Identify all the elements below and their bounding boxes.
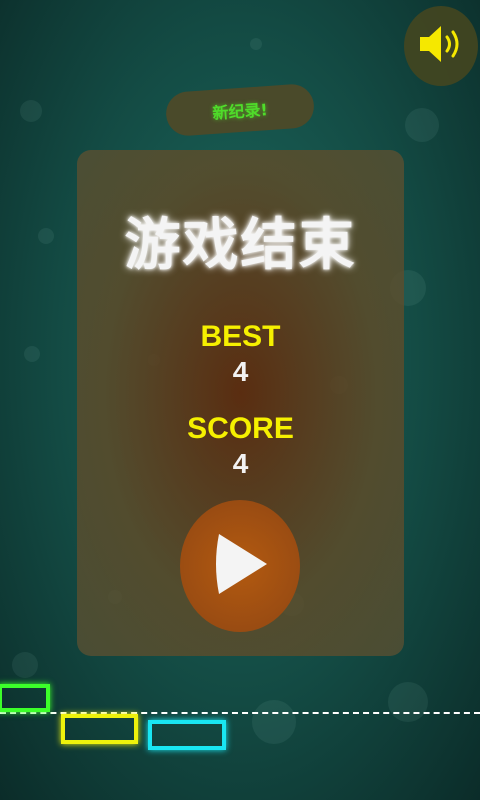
- new-record-text: 新纪录!: [211, 100, 269, 123]
- best-value: 4: [232, 356, 249, 387]
- score-value: 4: [232, 448, 249, 479]
- background-bubble: [405, 108, 439, 142]
- score-label: SCORE: [187, 412, 294, 445]
- cyan-block: [148, 720, 226, 750]
- best-label: BEST: [200, 320, 281, 353]
- background-bubble: [252, 700, 296, 744]
- background-bubble: [20, 100, 42, 122]
- speaker-on-icon: [416, 22, 466, 70]
- background-bubble: [388, 682, 428, 722]
- play-icon: [205, 524, 275, 608]
- new-record-badge: 新纪录!: [164, 82, 316, 138]
- background-bubble: [12, 652, 38, 678]
- green-block: [0, 684, 50, 712]
- background-bubble: [24, 346, 40, 362]
- background-bubble: [38, 228, 54, 244]
- game-over-title: 游戏结束: [124, 213, 357, 278]
- game-over-panel: 游戏结束 BEST 4 SCORE 4: [77, 150, 404, 656]
- background-bubble: [250, 38, 262, 50]
- sound-toggle-button[interactable]: [404, 6, 478, 86]
- yellow-block: [61, 714, 138, 744]
- play-again-button[interactable]: [180, 500, 300, 632]
